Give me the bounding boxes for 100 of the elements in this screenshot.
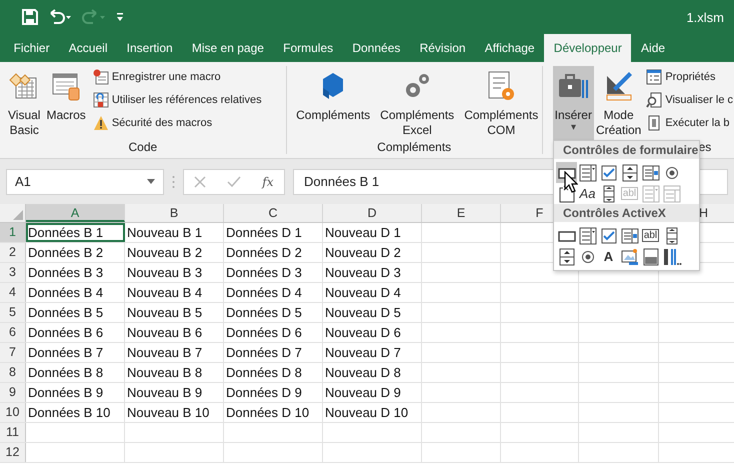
table-cell: Nouveau D 6 (323, 323, 422, 342)
row-header[interactable]: 2 (0, 243, 26, 262)
window-title: 1.xlsm (686, 10, 724, 24)
column-header[interactable]: D (323, 204, 422, 222)
name-box[interactable]: A1 (6, 168, 164, 194)
row-header[interactable]: 8 (0, 363, 26, 382)
table-cell: Nouveau D 9 (323, 383, 422, 402)
table-cell: Données B 5 (26, 303, 125, 322)
ribbon-tab[interactable]: Mise en page (182, 34, 274, 62)
ribbon-tab[interactable]: Aide (631, 34, 675, 62)
ribbon-button[interactable]: Mode Création (594, 66, 644, 140)
ribbon-button[interactable]: Exécuter la b (645, 112, 734, 133)
ribbon-tab[interactable]: Données (342, 34, 410, 62)
group-label: Code (128, 140, 158, 154)
combo-control-icon[interactable] (577, 162, 598, 183)
table-cell: Données D 5 (224, 303, 323, 322)
table-cell: Données B 3 (26, 263, 125, 282)
more-control-icon[interactable] (661, 246, 682, 267)
image-control-icon[interactable] (619, 246, 640, 267)
warning-icon (92, 114, 109, 130)
group-label: Compléments (376, 140, 452, 154)
row-header[interactable]: 9 (0, 383, 26, 402)
triangle-icon (13, 210, 23, 220)
row-header[interactable]: 7 (0, 343, 26, 362)
customize-icon[interactable] (116, 12, 124, 22)
column-header[interactable]: A (26, 204, 125, 222)
ribbon-button[interactable]: Visualiser le c (645, 89, 734, 110)
table-cell: Données D 3 (224, 263, 323, 282)
table-cell: Nouveau B 8 (125, 363, 224, 382)
insert-button[interactable]: Insérer ▾ (552, 66, 594, 140)
check-icon[interactable] (227, 176, 242, 188)
row-header[interactable]: 11 (0, 423, 26, 442)
table-cell: Nouveau B 7 (125, 343, 224, 362)
ribbon-tab[interactable]: Fichier (4, 34, 60, 62)
table-cell: Nouveau D 10 (323, 403, 422, 422)
label-control-button[interactable]: A (598, 246, 619, 267)
column-header[interactable]: C (224, 204, 323, 222)
ribbon-tab[interactable]: Révision (410, 34, 476, 62)
combo-control-icon[interactable] (577, 225, 598, 246)
table-cell: Données D 7 (224, 343, 323, 362)
row-header[interactable]: 1 (0, 223, 26, 242)
dropdown-caret-icon[interactable] (147, 179, 155, 184)
table-cell: Données B 9 (26, 383, 125, 402)
table-cell: Nouveau D 2 (323, 243, 422, 262)
table-cell: Données D 2 (224, 243, 323, 262)
table-cell: Données B 6 (26, 323, 125, 342)
ribbon-button[interactable]: Compléments COM (462, 66, 540, 140)
grid-icon (92, 92, 109, 108)
table-cell: Nouveau B 2 (125, 243, 224, 262)
ribbon-tab[interactable]: Accueil (59, 34, 118, 62)
ribbon-button[interactable]: Macros (44, 66, 88, 140)
properties-icon (646, 68, 662, 84)
ribbon-button[interactable]: Compléments (294, 66, 372, 140)
menu-section-header: Contrôles ActiveX (554, 204, 699, 222)
table-cell: Données D 6 (224, 323, 323, 342)
table-cell: Données D 8 (224, 363, 323, 382)
ribbon-tab[interactable]: Formules (274, 34, 343, 62)
ribbon-tab[interactable]: Développeur (544, 34, 632, 62)
save-icon[interactable] (22, 9, 38, 25)
row-header[interactable]: 10 (0, 403, 26, 422)
drag-handle-icon[interactable] (172, 174, 175, 188)
ribbon-button[interactable]: Sécurité des macros (92, 112, 263, 133)
row-header[interactable]: 5 (0, 303, 26, 322)
record-icon (92, 68, 109, 84)
insert-function-button[interactable]: fx (262, 174, 274, 188)
ribbon-tab[interactable]: Insertion (117, 34, 182, 62)
row-header[interactable]: 3 (0, 263, 26, 282)
table-cell: Données B 7 (26, 343, 125, 362)
table-cell: Données B 2 (26, 243, 125, 262)
ribbon-button[interactable]: Utiliser les références relatives (92, 89, 263, 110)
table-cell: Données B 1 (26, 223, 125, 242)
row-header[interactable]: 12 (0, 443, 26, 462)
table-cell: Données B 10 (26, 403, 125, 422)
column-header[interactable]: B (125, 204, 224, 222)
table-cell: Données D 9 (224, 383, 323, 402)
table-cell: Données D 10 (224, 403, 323, 422)
ribbon-button[interactable]: Enregistrer une macro (92, 66, 263, 87)
ribbon-button[interactable]: Compléments Excel (378, 66, 456, 140)
table-cell: Nouveau B 4 (125, 283, 224, 302)
ribbon-button[interactable]: Visual Basic (6, 66, 42, 140)
table-cell: Nouveau D 8 (323, 363, 422, 382)
dialog-icon (646, 114, 662, 130)
table-cell: Données D 1 (224, 223, 323, 242)
undo-icon[interactable] (48, 9, 72, 25)
table-cell: Nouveau D 1 (323, 223, 422, 242)
row-header[interactable]: 4 (0, 283, 26, 302)
table-cell: Données B 4 (26, 283, 125, 302)
table-cell: Nouveau D 3 (323, 263, 422, 282)
table-cell: Données D 4 (224, 283, 323, 302)
table-cell: Nouveau D 5 (323, 303, 422, 322)
column-header[interactable]: E (422, 204, 501, 222)
table-cell: Nouveau B 9 (125, 383, 224, 402)
table-cell: Nouveau B 3 (125, 263, 224, 282)
ribbon-button[interactable]: Propriétés (645, 66, 734, 87)
row-header[interactable]: 6 (0, 323, 26, 342)
table-cell: Nouveau B 10 (125, 403, 224, 422)
table-cell: Nouveau B 1 (125, 223, 224, 242)
table-cell: Nouveau D 7 (323, 343, 422, 362)
menu-section-header: Contrôles de formulaire (554, 141, 699, 159)
ribbon-tab[interactable]: Affichage (475, 34, 544, 62)
